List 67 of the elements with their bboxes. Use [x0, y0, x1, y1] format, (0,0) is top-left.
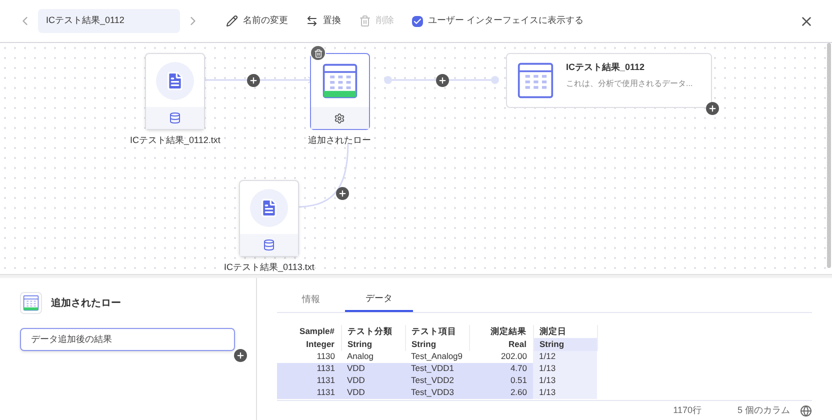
plus-icon: [708, 104, 717, 113]
checkbox-label: ユーザー インターフェイスに表示する: [428, 14, 584, 28]
checkbox[interactable]: [412, 16, 423, 26]
table-cell[interactable]: 1/13: [533, 374, 597, 386]
table-cell[interactable]: 4.70: [469, 362, 533, 374]
trash-icon: [314, 48, 322, 58]
node-label: 追加されたロー: [308, 134, 371, 147]
row-count: 1170行: [673, 404, 702, 417]
table-cell[interactable]: VDD: [341, 374, 405, 386]
document-icon: [156, 62, 194, 100]
table-cell[interactable]: 2.60: [469, 386, 533, 398]
globe-icon[interactable]: [800, 404, 812, 417]
tab[interactable]: 情報: [277, 288, 345, 312]
panel-title: 追加されたロー: [51, 296, 121, 310]
swap-icon: [306, 15, 318, 27]
table-cell[interactable]: VDD: [341, 386, 405, 398]
database-icon: [263, 239, 276, 251]
column-type: String: [533, 338, 597, 350]
description-field[interactable]: データ追加後の結果: [20, 328, 235, 351]
plus-icon: [438, 76, 447, 85]
table-cell[interactable]: Test_VDD1: [405, 362, 469, 374]
table-cell[interactable]: 1131: [277, 362, 341, 374]
table-add-icon: [322, 62, 358, 98]
table-cell[interactable]: Test_Analog9: [405, 350, 469, 362]
table-icon: [517, 62, 554, 99]
add-node-button[interactable]: [247, 74, 260, 87]
table-cell[interactable]: 1/12: [533, 350, 597, 362]
column-type: String: [341, 338, 405, 350]
plus-icon: [338, 189, 347, 198]
table-cell[interactable]: 1131: [277, 374, 341, 386]
table-cell[interactable]: 1/13: [533, 386, 597, 398]
add-node-button[interactable]: [436, 74, 449, 87]
plus-icon: [236, 351, 245, 360]
node-label: ICテスト結果_0112.txt: [130, 134, 220, 147]
database-icon: [169, 112, 182, 124]
pencil-icon: [226, 15, 238, 27]
trash-icon: [359, 15, 371, 27]
column-type: String: [405, 338, 469, 350]
table-cell[interactable]: Analog: [341, 350, 405, 362]
delete-node-button[interactable]: [310, 45, 326, 61]
result-description: これは、分析で使用されるデータ...: [566, 78, 693, 90]
node-label: ICテスト結果_0113.txt: [224, 261, 314, 274]
table-cell[interactable]: Test_VDD2: [405, 374, 469, 386]
table-cell[interactable]: VDD: [341, 362, 405, 374]
table-cell[interactable]: Test_VDD3: [405, 386, 469, 398]
toolbar-button[interactable]: 置換: [306, 14, 341, 28]
settings-icon[interactable]: [334, 112, 345, 124]
toolbar-button[interactable]: 名前の変更: [226, 14, 288, 28]
scrollbar[interactable]: [827, 43, 831, 268]
column-count: 5 個のカラム: [737, 404, 790, 417]
title-field[interactable]: ICテスト結果_0112: [38, 9, 180, 33]
table-cell[interactable]: 1131: [277, 386, 341, 398]
tab[interactable]: データ: [345, 288, 413, 312]
result-title: ICテスト結果_0112: [566, 61, 646, 74]
table-cell[interactable]: 1/13: [533, 362, 597, 374]
table-cell[interactable]: 202.00: [469, 350, 533, 362]
document-icon: [250, 188, 288, 226]
table-cell[interactable]: 0.51: [469, 374, 533, 386]
add-node-button[interactable]: [706, 102, 719, 115]
transform-node[interactable]: [310, 53, 370, 130]
add-node-button[interactable]: [336, 187, 349, 200]
result-card[interactable]: ICテスト結果_0112 これは、分析で使用されるデータ...: [506, 53, 712, 108]
source-node[interactable]: [145, 53, 206, 130]
add-node-button[interactable]: [234, 349, 247, 362]
column-type: Real: [469, 338, 533, 350]
plus-icon: [249, 76, 258, 85]
source-node[interactable]: [239, 180, 300, 257]
